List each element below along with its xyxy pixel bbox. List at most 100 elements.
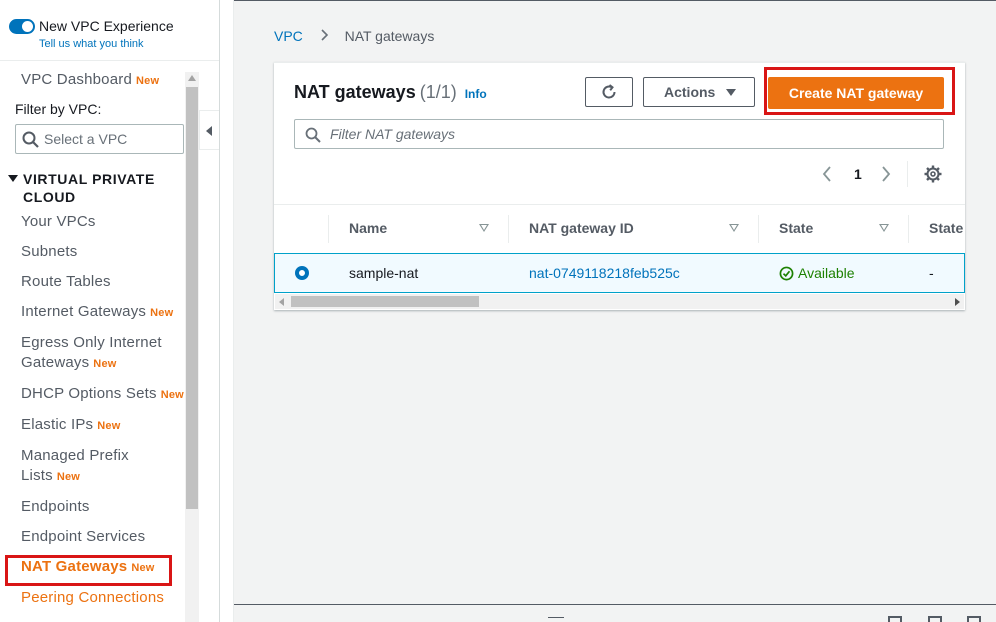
sidebar-divider: [0, 60, 219, 61]
sort-icon[interactable]: [479, 224, 489, 232]
page-title: NAT gateways (1/1) Info: [294, 82, 487, 103]
section-title: VIRTUAL PRIVATE CLOUD: [23, 171, 155, 205]
search-icon: [22, 131, 39, 148]
column-divider: [508, 215, 509, 243]
chevron-right-icon: [321, 28, 329, 44]
panel-icon[interactable]: [928, 616, 942, 622]
sidebar-item-label: Endpoint Services: [21, 528, 146, 545]
cell-state: Available: [779, 265, 855, 281]
sidebar-item-label: Your VPCs: [21, 213, 96, 230]
previous-page-icon[interactable]: [822, 166, 832, 187]
sidebar-item-dhcp-options-sets[interactable]: DHCP Options Sets New: [21, 384, 184, 405]
search-icon: [305, 127, 321, 143]
table-scroll-thumb[interactable]: [291, 296, 479, 307]
info-link[interactable]: Info: [465, 87, 487, 101]
sidebar-item-label: DHCP Options Sets: [21, 385, 157, 402]
sidebar-item-peering-connections[interactable]: Peering Connections: [21, 588, 164, 608]
new-vpc-experience-toggle[interactable]: [9, 19, 35, 34]
sidebar-item-label: Endpoints: [21, 498, 90, 515]
sort-icon[interactable]: [879, 224, 889, 232]
sidebar-item-label: VPC Dashboard: [21, 71, 132, 88]
cell-name: sample-nat: [349, 265, 419, 281]
sidebar-item-label: Internet Gateways: [21, 303, 147, 320]
breadcrumb-nat-gateways: NAT gateways: [344, 28, 435, 44]
sidebar: New VPC Experience Tell us what you thin…: [0, 0, 220, 622]
column-header-state[interactable]: State: [779, 220, 813, 236]
column-divider: [758, 215, 759, 243]
breadcrumb-vpc[interactable]: VPC: [274, 28, 303, 44]
actions-dropdown[interactable]: Actions: [643, 77, 755, 107]
panel-title-text: NAT gateways: [294, 82, 416, 102]
sidebar-item-label: Elastic IPs: [21, 416, 94, 433]
bottom-bar: [234, 604, 996, 622]
scroll-left-icon[interactable]: [279, 298, 284, 306]
sidebar-item-managed-prefix-lists[interactable]: Managed Prefix Lists New: [21, 446, 151, 487]
cell-state-message: -: [929, 265, 934, 281]
vpc-filter-placeholder: Select a VPC: [44, 131, 128, 147]
filter-placeholder: Filter NAT gateways: [330, 126, 455, 142]
sidebar-item-your-vpcs[interactable]: Your VPCs: [21, 212, 96, 232]
nat-gateways-highlight: [5, 555, 172, 586]
sidebar-item-label: Egress Only Internet Gateways: [21, 334, 162, 371]
cell-nat-gateway-id-link[interactable]: nat-0749118218feb525c: [529, 265, 680, 281]
sidebar-item-endpoints[interactable]: Endpoints: [21, 497, 90, 517]
state-text: Available: [798, 265, 855, 281]
refresh-button[interactable]: [585, 77, 633, 107]
sidebar-scroll-thumb[interactable]: [186, 87, 198, 509]
gear-icon[interactable]: [924, 165, 942, 188]
top-border: [234, 0, 996, 1]
app-root: New VPC Experience Tell us what you thin…: [0, 0, 996, 622]
next-page-icon[interactable]: [881, 166, 891, 187]
check-circle-icon: [779, 266, 794, 281]
new-badge: New: [150, 307, 174, 319]
table-row[interactable]: sample-nat nat-0749118218feb525c Availab…: [274, 253, 965, 293]
row-select-radio[interactable]: [295, 266, 309, 280]
feedback-link[interactable]: Tell us what you think: [39, 38, 144, 50]
panel-icon[interactable]: [967, 616, 981, 622]
sidebar-item-route-tables[interactable]: Route Tables: [21, 272, 111, 292]
sidebar-item-internet-gateways[interactable]: Internet Gateways New: [21, 302, 173, 323]
breadcrumb: VPC NAT gateways: [274, 28, 434, 44]
sidebar-item-vpc-dashboard[interactable]: VPC Dashboard New: [21, 70, 159, 91]
column-divider: [908, 215, 909, 243]
sidebar-item-egress-only-internet-gateways[interactable]: Egress Only Internet Gateways New: [21, 333, 181, 374]
sidebar-gutter: [220, 0, 234, 622]
scroll-right-icon[interactable]: [955, 298, 960, 306]
sidebar-item-label: Subnets: [21, 243, 78, 260]
section-virtual-private-cloud[interactable]: VIRTUAL PRIVATE CLOUD: [8, 170, 183, 206]
caret-down-icon: [726, 89, 736, 96]
new-badge: New: [160, 389, 184, 401]
actions-label: Actions: [664, 84, 716, 100]
table-horizontal-scrollbar[interactable]: [275, 294, 964, 309]
vpc-filter-select[interactable]: Select a VPC: [15, 124, 184, 154]
filter-by-vpc-label: Filter by VPC:: [15, 101, 102, 117]
bottom-handle[interactable]: [548, 617, 564, 618]
create-button-highlight: [764, 67, 955, 115]
column-header-nat-gateway-id[interactable]: NAT gateway ID: [529, 220, 634, 236]
filter-nat-gateways-input[interactable]: Filter NAT gateways: [294, 119, 944, 149]
new-badge: New: [97, 420, 121, 432]
sidebar-item-label: Route Tables: [21, 273, 111, 290]
sidebar-item-elastic-ips[interactable]: Elastic IPs New: [21, 415, 120, 436]
sort-icon[interactable]: [729, 224, 739, 232]
current-page-number[interactable]: 1: [854, 166, 862, 182]
column-divider: [328, 215, 329, 243]
column-header-state-message[interactable]: State: [929, 220, 963, 236]
refresh-icon: [602, 84, 616, 99]
column-header-name[interactable]: Name: [349, 220, 387, 236]
caret-down-icon: [8, 175, 18, 182]
pager-divider: [907, 161, 908, 187]
sidebar-item-subnets[interactable]: Subnets: [21, 242, 77, 262]
nat-gateways-panel: NAT gateways (1/1) Info Actions Create NAT…: [274, 62, 965, 310]
sidebar-item-endpoint-services[interactable]: Endpoint Services: [21, 527, 145, 547]
panel-count: (1/1): [419, 82, 457, 102]
panel-icon[interactable]: [888, 616, 902, 622]
sidebar-item-label: Peering Connections: [21, 589, 165, 606]
scroll-up-icon[interactable]: [188, 75, 196, 81]
table-top-border: [274, 204, 965, 205]
sidebar-scrollbar[interactable]: [185, 72, 199, 622]
new-badge: New: [136, 75, 160, 87]
new-vpc-experience-label: New VPC Experience: [39, 18, 174, 34]
collapse-sidebar-button[interactable]: [199, 110, 219, 150]
new-badge: New: [56, 471, 81, 483]
